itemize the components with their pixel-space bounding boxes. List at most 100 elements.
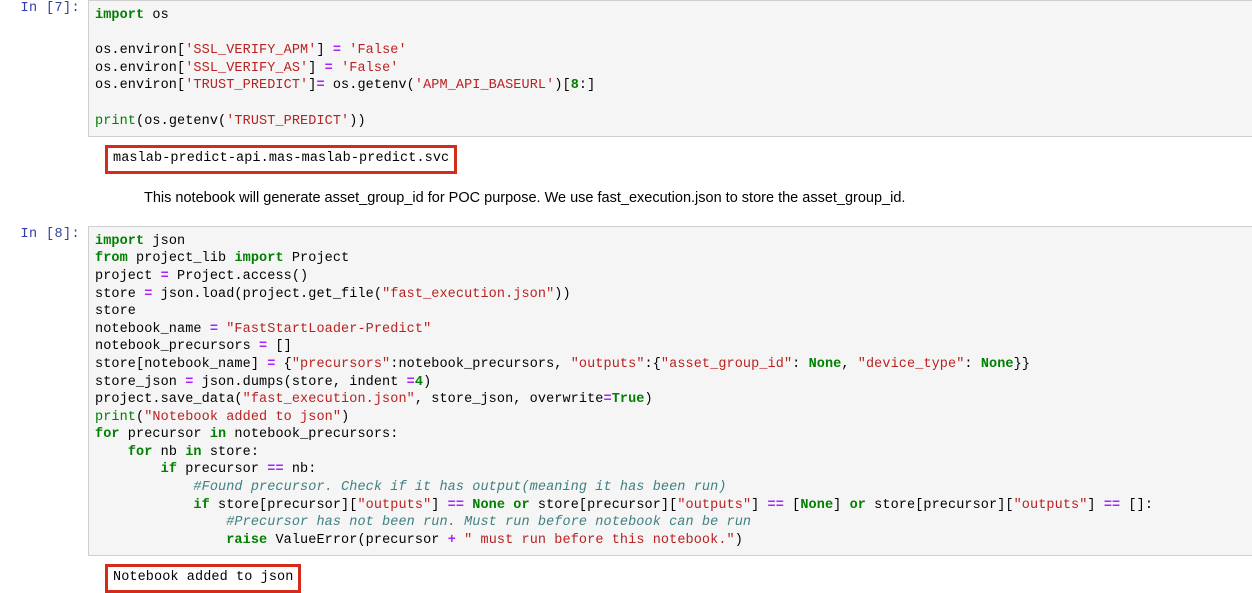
code-line: project = Project.access() bbox=[95, 269, 308, 284]
code-token: in bbox=[185, 444, 202, 460]
code-token: "fast_execution.json" bbox=[242, 392, 415, 408]
code-line: notebook_name = "FastStartLoader-Predict… bbox=[95, 322, 431, 337]
code-token: :] bbox=[578, 78, 596, 94]
code-token: { bbox=[275, 356, 292, 372]
code-token: }} bbox=[1013, 356, 1031, 372]
code-token: )) bbox=[554, 286, 571, 302]
code-token: []: bbox=[1120, 497, 1154, 513]
code-token: True bbox=[611, 392, 645, 408]
code-token: precursor bbox=[177, 462, 268, 478]
source-code[interactable]: import os os.environ['SSL_VERIFY_APM'] =… bbox=[95, 7, 1252, 130]
code-token: 'TRUST_PREDICT' bbox=[185, 78, 309, 94]
code-token: notebook_name bbox=[95, 321, 210, 337]
code-token: "FastStartLoader-Predict" bbox=[226, 321, 432, 337]
cell-output: Notebook added to json bbox=[0, 564, 1252, 593]
code-cell[interactable]: In [7]: import os os.environ['SSL_VERIFY_… bbox=[0, 0, 1252, 138]
code-token: 'TRUST_PREDICT' bbox=[226, 113, 350, 129]
code-token: project bbox=[95, 268, 161, 284]
code-token: Project bbox=[283, 251, 350, 267]
code-token: 'False' bbox=[341, 60, 399, 76]
code-token: "outputs" bbox=[357, 497, 432, 513]
code-line: os.environ['SSL_VERIFY_AS'] = 'False' bbox=[95, 61, 398, 76]
code-token: :{ bbox=[644, 356, 661, 372]
code-line: #Precursor has not been run. Must run be… bbox=[95, 515, 751, 530]
code-token: None bbox=[800, 497, 834, 513]
code-token: = bbox=[324, 60, 333, 76]
code-line: for nb in store: bbox=[95, 445, 259, 460]
code-cell[interactable]: In [8]: import json from project_lib impo… bbox=[0, 225, 1252, 557]
code-token: ( bbox=[136, 409, 145, 425]
code-token: 'APM_API_BASEURL' bbox=[414, 78, 555, 94]
notebook-container: In [7]: import os os.environ['SSL_VERIFY_… bbox=[0, 0, 1252, 593]
code-token: "precursors" bbox=[291, 356, 391, 372]
code-token: = bbox=[209, 321, 219, 337]
code-line: if store[precursor]["outputs"] == None o… bbox=[95, 498, 1153, 513]
code-token: for bbox=[95, 427, 120, 443]
code-token: "asset_group_id" bbox=[660, 356, 793, 372]
code-token: ] bbox=[833, 497, 850, 513]
code-token: store[precursor][ bbox=[865, 497, 1014, 513]
source-code[interactable]: import json from project_lib import Proj… bbox=[95, 233, 1252, 550]
code-token: store[precursor][ bbox=[529, 497, 678, 513]
code-token: "outputs" bbox=[1013, 497, 1088, 513]
code-input-area[interactable]: import json from project_lib import Proj… bbox=[88, 225, 1252, 557]
code-token: 'SSL_VERIFY_APM' bbox=[185, 43, 317, 59]
code-token: store bbox=[95, 286, 145, 302]
code-token: = bbox=[406, 374, 415, 390]
code-token: "outputs" bbox=[570, 356, 645, 372]
code-token: (os.getenv( bbox=[136, 113, 227, 129]
code-token: ) bbox=[423, 374, 432, 390]
code-token: import bbox=[95, 233, 145, 249]
code-token: os.getenv( bbox=[324, 78, 415, 94]
code-token: 'False' bbox=[349, 43, 407, 59]
code-token: import bbox=[234, 251, 284, 267]
code-token: print bbox=[95, 113, 137, 129]
code-line: for precursor in notebook_precursors: bbox=[95, 427, 398, 442]
markdown-gap bbox=[0, 174, 1252, 188]
code-token: ValueError(precursor bbox=[267, 532, 448, 548]
code-token: ] bbox=[751, 497, 768, 513]
code-line: if precursor == nb: bbox=[95, 462, 317, 478]
code-line: print("Notebook added to json") bbox=[95, 410, 349, 425]
code-line: project.save_data("fast_execution.json",… bbox=[95, 392, 653, 407]
code-token: from bbox=[95, 251, 128, 267]
stdout-text: maslab-predict-api.mas-maslab-predict.sv… bbox=[105, 145, 458, 174]
code-token: None bbox=[980, 356, 1014, 372]
markdown-cell[interactable]: This notebook will generate asset_group_… bbox=[0, 188, 1252, 208]
code-token: os bbox=[144, 8, 169, 23]
code-token: json bbox=[144, 233, 186, 249]
code-token: "Notebook added to json" bbox=[144, 409, 342, 425]
code-token: == bbox=[767, 497, 784, 513]
code-token: notebook_precursors bbox=[95, 339, 260, 355]
code-token: or bbox=[513, 497, 530, 513]
code-token: in bbox=[209, 427, 227, 443]
code-token: #Found precursor. Check if it has output… bbox=[193, 480, 727, 496]
code-token: nb: bbox=[283, 462, 317, 478]
code-token: Project.access() bbox=[168, 268, 309, 284]
code-line: notebook_precursors = [] bbox=[95, 339, 292, 354]
code-token: None bbox=[808, 356, 842, 372]
code-token: store_json bbox=[95, 374, 186, 390]
code-input-area[interactable]: import os os.environ['SSL_VERIFY_APM'] =… bbox=[88, 0, 1252, 138]
code-token: notebook_precursors: bbox=[226, 427, 399, 443]
code-token: , store_json, overwrite bbox=[414, 392, 604, 408]
code-token: nb bbox=[152, 444, 186, 460]
code-token: store[notebook_name] bbox=[95, 356, 268, 372]
stdout-text: Notebook added to json bbox=[105, 564, 302, 593]
code-token: raise bbox=[226, 532, 268, 548]
code-token: if bbox=[193, 497, 210, 513]
code-token: project.save_data( bbox=[95, 392, 243, 408]
code-token: print bbox=[95, 409, 137, 425]
code-token: 4 bbox=[414, 374, 424, 390]
cell-spacer bbox=[0, 208, 1252, 226]
code-token: #Precursor has not been run. Must run be… bbox=[226, 515, 752, 531]
code-line: os.environ['TRUST_PREDICT']= os.getenv('… bbox=[95, 78, 595, 93]
code-token: json.load(project.get_file( bbox=[152, 286, 383, 302]
